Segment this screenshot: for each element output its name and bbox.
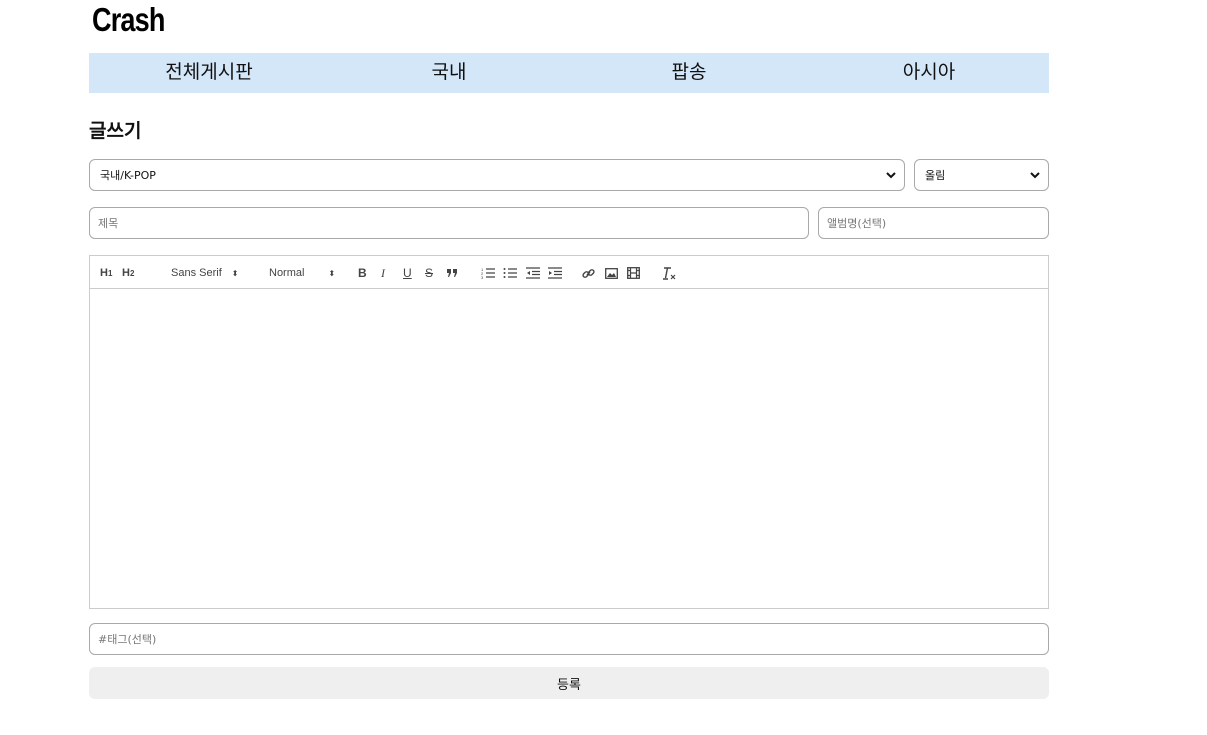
heading-1-button[interactable]: H1: [100, 265, 112, 281]
nav-item-all-boards[interactable]: 전체게시판: [89, 53, 329, 93]
category-select[interactable]: 국내/K-POP: [89, 159, 905, 191]
video-icon[interactable]: [627, 265, 640, 281]
chevron-down-icon: [1030, 169, 1040, 182]
main-nav: 전체게시판 국내 팝송 아시아: [89, 53, 1049, 93]
size-picker-label: Normal: [269, 267, 305, 279]
link-icon[interactable]: [582, 265, 595, 281]
outdent-icon[interactable]: [526, 265, 540, 281]
clear-format-icon[interactable]: [662, 265, 676, 281]
ordered-list-icon[interactable]: 123: [481, 265, 495, 281]
nav-item-asia[interactable]: 아시아: [809, 53, 1049, 93]
blockquote-icon[interactable]: [446, 265, 458, 281]
heading-2-button[interactable]: H2: [122, 265, 134, 281]
size-picker[interactable]: Normal ⬍: [269, 265, 335, 281]
submit-button[interactable]: 등록: [89, 667, 1049, 699]
image-icon[interactable]: [605, 265, 618, 281]
site-logo[interactable]: Crash: [92, 0, 165, 40]
font-picker[interactable]: Sans Serif ⬍: [171, 265, 238, 281]
tag-input[interactable]: [89, 623, 1049, 655]
bold-button[interactable]: B: [358, 265, 367, 281]
category-select-value: 국내/K-POP: [100, 169, 156, 182]
updown-icon: ⬍: [328, 268, 336, 278]
updown-icon: ⬍: [231, 268, 239, 278]
nav-item-domestic[interactable]: 국내: [329, 53, 569, 93]
title-input[interactable]: [89, 207, 809, 239]
svg-text:3: 3: [481, 275, 484, 279]
editor-content[interactable]: [90, 289, 1048, 608]
nav-item-pop[interactable]: 팝송: [569, 53, 809, 93]
sub-select[interactable]: 올림: [914, 159, 1049, 191]
album-input[interactable]: [818, 207, 1049, 239]
underline-button[interactable]: U: [403, 265, 412, 281]
strike-button[interactable]: S: [425, 265, 433, 281]
sub-select-value: 올림: [925, 169, 946, 182]
page-title: 글쓰기: [89, 120, 142, 142]
chevron-down-icon: [886, 169, 896, 182]
italic-button[interactable]: I: [381, 265, 385, 281]
rich-text-editor: H1 H2 Sans Serif ⬍ Normal ⬍ B I U S 123: [89, 255, 1049, 609]
editor-toolbar: H1 H2 Sans Serif ⬍ Normal ⬍ B I U S 123: [90, 256, 1048, 289]
bullet-list-icon[interactable]: [503, 265, 517, 281]
font-picker-label: Sans Serif: [171, 267, 222, 279]
indent-icon[interactable]: [548, 265, 562, 281]
